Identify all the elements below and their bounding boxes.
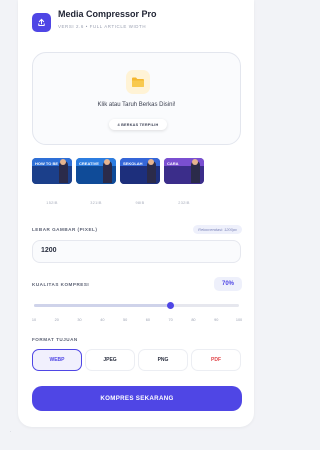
quality-slider[interactable] [34,302,239,309]
width-recommendation: Rekomendasi: 1200px [193,225,242,234]
quality-tick-label: 70 [168,318,173,322]
quality-tick-label: 100 [235,318,243,322]
format-label: FORMAT TUJUAN [32,337,78,342]
quality-value-badge: 70% [214,277,242,291]
quality-tick-label: 40 [100,318,105,322]
thumbnail-text: CREATIVE [79,161,99,166]
width-input[interactable]: 1200 [32,240,241,263]
thumbnail-person-head [148,159,154,165]
thumbnail-size-label: 152IB [46,201,58,205]
format-option-png[interactable]: PNG [138,349,188,371]
thumbnail-text: HOW TO BE [35,161,59,166]
dropzone-prompt: Klik atau Taruh Berkas Disini! [97,102,176,108]
quality-tick-label: 90 [214,318,219,322]
thumbnail-person-head [192,159,198,165]
thumbnail-size-label: 232IB [178,201,190,205]
width-value: 1200 [41,247,57,254]
quality-tick-label: 20 [54,318,59,322]
thumbnail-size-label: 321IB [90,201,102,205]
format-option-pdf[interactable]: PDF [191,349,241,371]
thumbnail-text: SEKOLAH [123,161,143,166]
thumbnail-person-head [60,159,66,165]
file-thumbnail[interactable]: HOW TO BE [32,158,72,184]
quality-tick-label: 80 [191,318,196,322]
quality-label: KUALITAS KOMPRESI [32,282,90,287]
width-label: LEBAR GAMBAR (PIXEL) [32,227,98,232]
format-option-jpeg[interactable]: JPEG [85,349,135,371]
format-option-webp[interactable]: WEBP [32,349,82,371]
thumbnail-size-label: 98IB [135,201,145,205]
app-subtitle: VERSI 2.6 • FULL ARTICLE WIDTH [58,24,147,29]
quality-tick-label: 60 [145,318,150,322]
quality-tick-label: 30 [77,318,82,322]
footer-mark: . [10,428,12,434]
file-dropzone[interactable]: Klik atau Taruh Berkas Disini! 4 BERKAS … [32,52,241,145]
upload-icon [32,13,51,32]
compressor-card: Media Compressor Pro VERSI 2.6 • FULL AR… [18,0,254,427]
app-title: Media Compressor Pro [58,9,157,19]
file-thumbnail[interactable]: CARA [164,158,204,184]
quality-tick-label: 50 [122,318,128,322]
thumbnail-person-head [104,159,110,165]
quality-slider-fill [34,304,171,307]
quality-tick-label: 10 [31,318,37,322]
compress-button[interactable]: KOMPRES SEKARANG [32,386,242,411]
folder-icon [126,70,150,94]
file-thumbnail[interactable]: CREATIVE [76,158,116,184]
quality-slider-handle[interactable] [167,302,175,309]
file-thumbnail[interactable]: SEKOLAH [120,158,160,184]
thumbnail-text: CARA [167,161,179,166]
selected-files-badge: 4 BERKAS TERPILIH [109,119,167,130]
